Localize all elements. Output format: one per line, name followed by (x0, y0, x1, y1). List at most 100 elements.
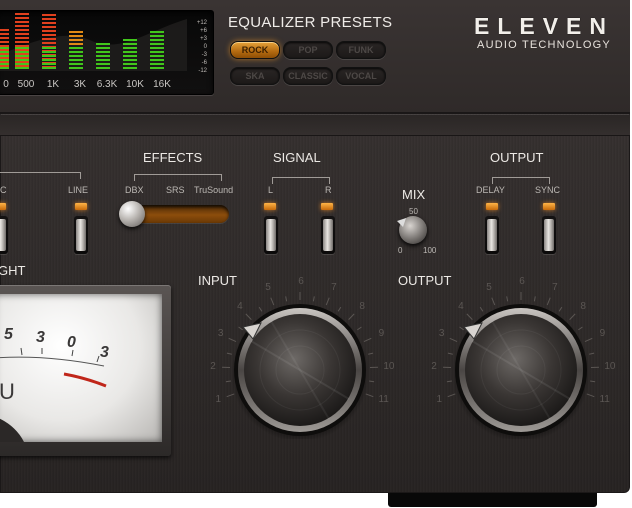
mix-pointer (397, 218, 406, 227)
knob-tick (228, 337, 237, 342)
effect-trusound-label: TruSound (194, 185, 234, 195)
knob-tick (369, 380, 375, 383)
knob-tick (590, 380, 596, 383)
spectrum-bar (0, 29, 9, 69)
freq-label: 1K (46, 79, 60, 90)
signal-right-label: R (325, 185, 332, 195)
brand-subtitle: AUDIO TECHNOLOGY (477, 39, 611, 51)
brand-logo: ELEVEN AUDIO TECHNOLOGY (468, 14, 620, 51)
db-scale: +12 +6 +3 0 -3 -6 -12 (196, 20, 207, 74)
vu-scale-label: 0 (67, 334, 76, 351)
signal-left-label: L (268, 185, 274, 195)
effects-bracket (134, 174, 222, 181)
knob-tick (270, 297, 275, 306)
knob-tick (365, 393, 374, 398)
spectrum-bar (96, 43, 110, 69)
effect-srs-label: SRS (166, 185, 185, 195)
partial-section-title: GHT (0, 263, 26, 278)
spectrum-bar (42, 14, 56, 69)
knob-tick (446, 380, 452, 383)
freq-label: 500 (17, 79, 35, 90)
spectrum-bar (123, 39, 137, 69)
mix-title: MIX (402, 187, 426, 202)
signal-bracket (272, 177, 330, 184)
vu-meter: 5 3 0 3 U (0, 294, 162, 442)
presets-title: EQUALIZER PRESETS (228, 14, 393, 31)
knob-tick (449, 337, 458, 342)
knob-tick (226, 352, 232, 355)
mix-max-label: 100 (423, 246, 437, 255)
preset-rock-button[interactable]: ROCK (230, 41, 280, 59)
sync-toggle[interactable] (542, 216, 556, 254)
line-toggle[interactable] (74, 216, 88, 254)
output-group-title: OUTPUT (490, 150, 544, 165)
mix-mid-label: 50 (409, 207, 418, 216)
knob-tick (584, 337, 593, 342)
preset-funk-button[interactable]: FUNK (336, 41, 386, 59)
knob-tick (447, 352, 453, 355)
partial-toggle[interactable] (0, 216, 8, 254)
delay-label: DELAY (476, 185, 505, 195)
knob-tick (479, 306, 484, 312)
sync-label: SYNC (535, 185, 561, 195)
preset-ska-button[interactable]: SKA (230, 67, 280, 85)
knob-tick (325, 297, 330, 306)
delay-toggle[interactable] (485, 216, 499, 254)
knob-tick (312, 296, 315, 302)
effects-slider-handle[interactable] (119, 201, 145, 227)
preset-pop-button[interactable]: POP (283, 41, 333, 59)
knob-tick (447, 393, 456, 398)
signal-left-led (264, 203, 276, 210)
effects-title: EFFECTS (143, 150, 203, 165)
knob-tick (238, 326, 243, 331)
knob-tick (546, 297, 551, 306)
mix-min-label: 0 (398, 246, 403, 255)
divider-strip (0, 115, 630, 136)
knob-tick (226, 393, 235, 398)
knob-tick (337, 306, 342, 312)
brand-name: ELEVEN (473, 13, 615, 39)
partial-left-label: C (0, 185, 7, 195)
knob-tick (578, 326, 583, 331)
vu-scale-arc (0, 347, 107, 442)
output-bracket (492, 177, 550, 184)
vu-unit-label: U (0, 379, 15, 404)
knob-ticks (222, 292, 378, 398)
knob-tick (558, 306, 563, 312)
partial-led (0, 203, 6, 210)
effect-dbx-label: DBX (125, 185, 144, 195)
delay-led (486, 203, 498, 210)
vu-scale-label: 5 (4, 326, 13, 343)
knob-tick (459, 326, 464, 331)
preset-vocal-button[interactable]: VOCAL (336, 67, 386, 85)
knob-tick (245, 313, 252, 320)
spectrum-bar (15, 11, 29, 69)
preset-classic-button[interactable]: CLASSIC (283, 67, 333, 85)
knob-tick (569, 313, 576, 320)
signal-left-toggle[interactable] (264, 216, 278, 254)
left-group-bracket (0, 172, 81, 179)
freq-label: 3K (73, 79, 87, 90)
line-label: LINE (68, 185, 89, 195)
freq-label: 6.3K (96, 79, 118, 90)
knob-tick (285, 296, 288, 302)
signal-title: SIGNAL (273, 150, 321, 165)
knob-ticks (443, 292, 599, 398)
signal-right-toggle[interactable] (321, 216, 335, 254)
sync-led (543, 203, 555, 210)
spectrum-bar (150, 31, 164, 69)
knob-tick (348, 313, 355, 320)
knob-tick (589, 352, 595, 355)
vu-scale-label: 3 (36, 329, 45, 346)
spectrum-analyzer: 0 500 1K 3K 6.3K 10K 16K +12 +6 +3 0 -3 … (0, 10, 214, 95)
knob-tick (368, 352, 374, 355)
knob-tick (533, 296, 536, 302)
knob-tick (491, 297, 496, 306)
device-foot (388, 493, 597, 507)
knob-tick (506, 296, 509, 302)
knob-tick (357, 326, 362, 331)
knob-tick (225, 380, 231, 383)
signal-right-led (321, 203, 333, 210)
spectrum-bar (69, 31, 83, 69)
line-led (75, 203, 87, 210)
